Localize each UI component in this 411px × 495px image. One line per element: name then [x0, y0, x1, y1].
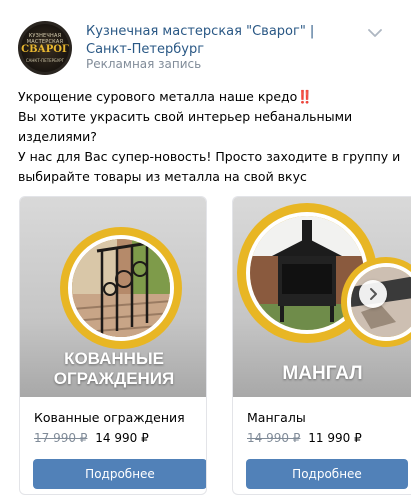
- post-text-line-5: выбирайте товары из металла на свой вкус: [18, 169, 307, 184]
- new-price: 14 990 ₽: [95, 431, 149, 445]
- chevron-down-icon[interactable]: [367, 27, 383, 39]
- details-button[interactable]: Подробнее: [246, 459, 408, 489]
- carousel-card[interactable]: МАНГАЛ Мангалы 14 990 ₽ 11 990 ₽ Подробн…: [232, 196, 411, 495]
- railing-photo: [68, 235, 174, 341]
- post-text-line-3: изделиями?: [18, 129, 97, 144]
- post-text-line-1: Укрощение сурового металла наше кредо: [18, 89, 298, 104]
- card-image-caption: МАНГАЛ: [282, 363, 363, 384]
- community-avatar[interactable]: КУЗНЕЧНАЯ МАСТЕРСКАЯ СВАРОГ САНКТ-ПЕТЕРБ…: [18, 21, 72, 75]
- new-price: 11 990 ₽: [308, 431, 362, 445]
- chevron-right-icon: [370, 288, 377, 300]
- ad-post: КУЗНЕЧНАЯ МАСТЕРСКАЯ СВАРОГ САНКТ-ПЕТЕРБ…: [0, 0, 411, 495]
- railing-picture: [72, 239, 170, 337]
- card-prices: 14 990 ₽ 11 990 ₽: [247, 431, 362, 445]
- post-text-line-4: У нас для Вас супер-новость! Просто захо…: [18, 149, 401, 164]
- avatar-logo-city: САНКТ-ПЕТЕРБУРГ: [25, 58, 65, 63]
- post-text-line-2: Вы хотите украсить свой интерьер небанал…: [18, 109, 353, 124]
- card-prices: 17 990 ₽ 14 990 ₽: [34, 431, 149, 445]
- details-button[interactable]: Подробнее: [33, 459, 206, 489]
- card-caption-line-1: КОВАННЫЕ: [64, 349, 164, 368]
- carousel-next-button[interactable]: [359, 280, 387, 308]
- post-header: КУЗНЕЧНАЯ МАСТЕРСКАЯ СВАРОГ САНКТ-ПЕТЕРБ…: [0, 0, 411, 80]
- image-ring: [60, 227, 182, 349]
- old-price: 14 990 ₽: [247, 431, 301, 445]
- card-image-caption: КОВАННЫЕ ОГРАЖДЕНИЯ: [20, 349, 206, 389]
- double-exclamation-icon: ‼️: [297, 89, 313, 104]
- avatar-logo-name: СВАРОГ: [21, 44, 69, 55]
- card-image[interactable]: КОВАННЫЕ ОГРАЖДЕНИЯ: [20, 197, 206, 397]
- post-text: Укрощение сурового металла наше кредо‼️ …: [18, 87, 403, 187]
- community-name-link[interactable]: Кузнечная мастерская "Сварог" | Санкт-Пе…: [86, 23, 356, 59]
- old-price: 17 990 ₽: [34, 431, 88, 445]
- card-title[interactable]: Мангалы: [247, 410, 306, 425]
- card-caption-line-2: ОГРАЖДЕНИЯ: [53, 369, 175, 388]
- carousel-card[interactable]: КОВАННЫЕ ОГРАЖДЕНИЯ Кованные ограждения …: [19, 196, 207, 495]
- post-text-line: Укрощение сурового металла наше кредо‼️: [18, 87, 403, 107]
- ad-label: Рекламная запись: [86, 57, 202, 71]
- card-title[interactable]: Кованные ограждения: [34, 410, 185, 425]
